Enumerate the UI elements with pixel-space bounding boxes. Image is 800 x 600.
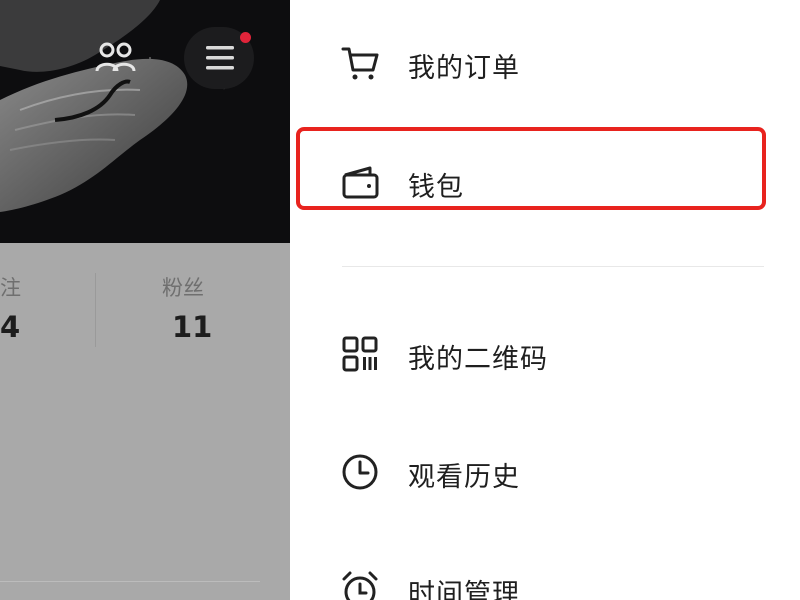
- following-count[interactable]: 4: [0, 310, 20, 344]
- drawer-item-time-management[interactable]: 时间管理: [290, 558, 800, 600]
- clock-icon: [342, 454, 378, 490]
- drawer-item-label: 钱包: [408, 172, 464, 203]
- profile-stats-panel: [0, 243, 290, 600]
- cart-icon: [341, 47, 379, 80]
- followers-count[interactable]: 11: [172, 310, 212, 344]
- friends-button[interactable]: [92, 38, 140, 78]
- qr-code-icon: [342, 336, 378, 372]
- friends-icon: [95, 42, 136, 72]
- followers-label: 粉丝: [162, 276, 204, 300]
- drawer-item-label: 我的二维码: [408, 344, 548, 375]
- drawer-item-label: 我的订单: [408, 53, 520, 84]
- drawer-item-label: 时间管理: [408, 579, 520, 600]
- section-divider: [0, 581, 260, 582]
- side-drawer: 我的订单 钱包 我的二维码 观看历史 时间管理: [290, 0, 800, 600]
- profile-cover-image: [0, 0, 290, 243]
- drawer-item-watch-history[interactable]: 观看历史: [290, 441, 800, 501]
- drawer-item-wallet[interactable]: 钱包: [290, 151, 800, 211]
- drawer-item-qr-code[interactable]: 我的二维码: [290, 323, 800, 383]
- following-label: 注: [0, 276, 21, 300]
- stats-divider: [95, 273, 96, 347]
- menu-divider: [342, 266, 764, 267]
- wallet-icon: [342, 166, 379, 199]
- drawer-item-orders[interactable]: 我的订单: [290, 32, 800, 92]
- alarm-clock-icon: [342, 571, 378, 600]
- notification-dot: [240, 32, 251, 43]
- drawer-item-label: 观看历史: [408, 462, 520, 493]
- profile-background: 注 4 粉丝 11: [0, 0, 290, 600]
